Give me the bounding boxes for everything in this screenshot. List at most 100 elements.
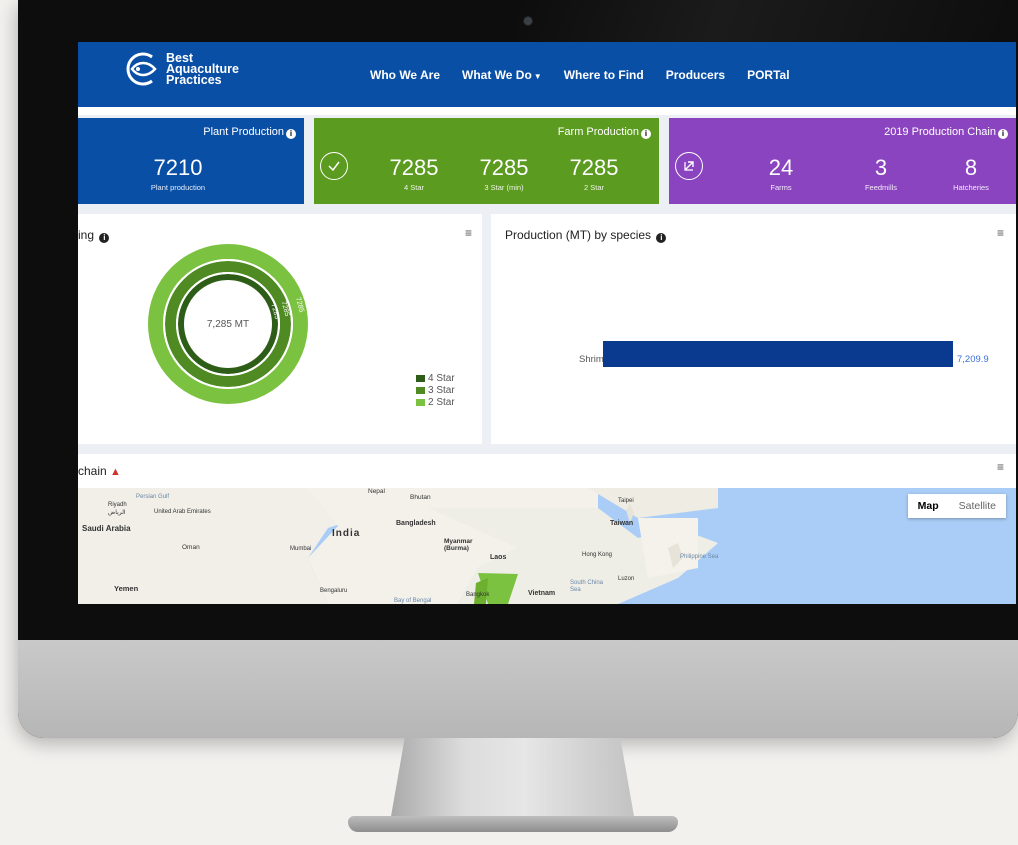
fish-logo-icon	[126, 52, 157, 86]
map-button[interactable]: Map	[908, 494, 949, 518]
bar-shrimp[interactable]	[603, 341, 953, 367]
hamburger-menu-icon[interactable]: ≡	[997, 226, 1004, 240]
trend-arrow-icon	[675, 152, 703, 180]
map-label: Taipei	[618, 498, 634, 504]
panel-title: Production (MT) by species i	[505, 228, 667, 243]
stat: 7285 4 Star	[374, 155, 454, 193]
legend-swatch	[416, 386, 425, 394]
map-label: Bay of Bengal	[394, 598, 432, 604]
card-title-text: Farm Production	[557, 126, 639, 138]
bap-logo[interactable]: Best Aquaculture Practices	[122, 51, 239, 87]
card-title: Farm Production i	[558, 126, 651, 139]
warning-icon: ▲	[110, 466, 121, 478]
legend-label: 4 Star	[428, 372, 455, 384]
production-by-species-panel: Production (MT) by species i ≡ Shrimp 7,…	[491, 214, 1016, 444]
stat: 8 Hatcheries	[931, 155, 1011, 193]
monitor-stand	[390, 738, 635, 822]
donut-center-label: 7,285 MT	[207, 319, 249, 330]
info-icon[interactable]: i	[641, 129, 651, 139]
webcam	[523, 16, 533, 26]
info-icon[interactable]: i	[286, 129, 296, 139]
check-circle-icon	[320, 152, 348, 180]
stat: 24 Farms	[741, 155, 821, 193]
map-label: Bengaluru	[320, 588, 348, 594]
map-label: Luzon	[618, 576, 635, 582]
map-label: Saudi Arabia	[82, 524, 131, 533]
nav-where-to-find[interactable]: Where to Find	[564, 68, 644, 82]
nav-what-we-do[interactable]: What We Do ▼	[462, 68, 542, 82]
monitor-chin	[18, 640, 1018, 738]
hamburger-menu-icon[interactable]: ≡	[997, 460, 1004, 474]
map-type-toggle: Map Satellite	[907, 494, 1006, 518]
chevron-down-icon: ▼	[533, 71, 542, 81]
legend-swatch	[416, 374, 425, 382]
map-label: Philippine Sea	[680, 554, 719, 560]
satellite-button[interactable]: Satellite	[949, 494, 1006, 518]
nav-who-we-are[interactable]: Who We Are	[370, 68, 440, 82]
donut-chart: 7285 7285 72857,285 MT	[147, 243, 309, 405]
legend-item[interactable]: 4 Star	[416, 372, 455, 384]
legend-swatch	[416, 398, 425, 406]
stat-label: Feedmills	[864, 183, 898, 192]
map-label: South China Sea	[570, 580, 604, 593]
stat-label: Plant production	[150, 183, 206, 192]
map-land-shapes	[78, 488, 718, 604]
legend-label: 2 Star	[428, 396, 455, 408]
stat: 7210 Plant production	[138, 155, 218, 193]
star-rating-panel: ing i ≡ 7285 7285 7285 7,285 MT 4 Star 3 St…	[78, 214, 482, 444]
stat-label: 4 Star	[403, 183, 424, 192]
map-label: Hong Kong	[582, 552, 613, 558]
stat-value: 24	[768, 155, 794, 180]
map-label: الرياض	[108, 510, 126, 516]
map-label: Bangkok	[466, 592, 490, 598]
stat-value: 8	[964, 155, 978, 180]
card-title: 2019 Production Chain i	[884, 126, 1008, 139]
nav-menu: Who We Are What We Do ▼ Where to Find Pro…	[370, 42, 812, 107]
farm-production-card: Farm Production i 7285 4 Star 7285 3 Star…	[314, 118, 659, 204]
stat-label: Hatcheries	[953, 183, 989, 192]
stat-value: 3	[874, 155, 888, 180]
card-title-text: Plant Production	[203, 126, 284, 138]
map-label: Persian Gulf	[136, 494, 170, 500]
card-title: Plant Production i	[203, 126, 296, 139]
map-label: Nepal	[368, 488, 385, 495]
legend-label: 3 Star	[428, 384, 455, 396]
map-label: Taiwan	[610, 520, 634, 527]
map-label: Yemen	[114, 584, 139, 593]
nav-portal[interactable]: PORTal	[747, 68, 789, 82]
panel-title-text: Production (MT) by species	[505, 228, 652, 242]
legend-item[interactable]: 2 Star	[416, 396, 455, 408]
info-icon[interactable]: i	[656, 233, 667, 243]
nav-producers[interactable]: Producers	[666, 68, 725, 82]
stat-value: 7285	[389, 155, 439, 180]
plant-production-card: Plant Production i 7210 Plant production	[78, 118, 304, 204]
map-label: Mumbai	[290, 546, 312, 552]
stat: 7285 3 Star (min)	[464, 156, 544, 193]
production-chain-card: 2019 Production Chain i 24 Farms 3 Feedmi…	[669, 118, 1016, 204]
logo-line: Practices	[166, 72, 222, 87]
panel-title-text: chain	[78, 464, 107, 478]
info-icon[interactable]: i	[998, 129, 1008, 139]
map-label: Bhutan	[410, 494, 431, 501]
chart-legend: 4 Star 3 Star 2 Star	[416, 372, 455, 408]
screen: Best Aquaculture Practices Who We Are Wh…	[78, 42, 1016, 604]
stat-label: 2 Star	[583, 183, 604, 192]
map-label: Bangladesh	[396, 520, 436, 527]
map-label: Oman	[182, 544, 200, 551]
map-label: Myanmar (Burma)	[444, 538, 473, 552]
bar-data-label: 7,209.9	[957, 354, 989, 365]
map-label: United Arab Emirates	[154, 509, 211, 515]
map-label: India	[332, 528, 361, 539]
logo-text: Best Aquaculture Practices	[166, 51, 239, 87]
stat-label: Farms	[770, 183, 792, 192]
stat: 3 Feedmills	[841, 155, 921, 193]
stat-label: 3 Star (min)	[484, 183, 524, 192]
stat: 7285 2 Star	[554, 155, 634, 193]
map-label: Laos	[490, 554, 507, 561]
stat-value: 7210	[153, 155, 203, 180]
monitor-frame: Best Aquaculture Practices Who We Are Wh…	[18, 0, 1018, 738]
map-view[interactable]: Persian Gulf Riyadh الرياض United Arab E…	[78, 488, 1016, 604]
monitor-base	[348, 816, 678, 832]
stat-value: 7285	[569, 155, 619, 180]
legend-item[interactable]: 3 Star	[416, 384, 455, 396]
